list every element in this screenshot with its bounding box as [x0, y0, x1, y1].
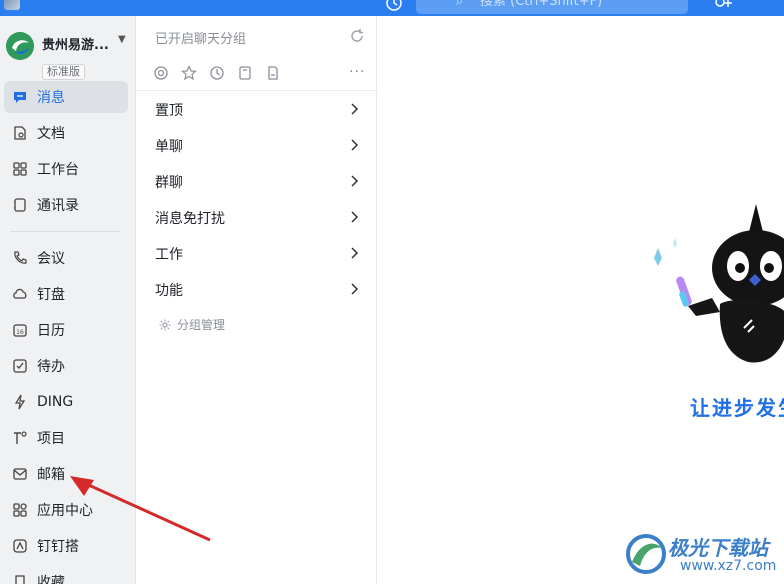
- group-label: 置顶: [155, 103, 183, 119]
- edition-badge: 标准版: [42, 64, 85, 80]
- checkbox-icon: [13, 359, 27, 373]
- org-name: 贵州易游...: [42, 38, 109, 53]
- lightning-icon: [14, 394, 26, 410]
- sidebar-item-label: 消息: [37, 90, 65, 106]
- user-avatar[interactable]: [4, 0, 20, 10]
- group-label: 单聊: [155, 139, 183, 155]
- chevron-right-icon: [351, 247, 359, 259]
- sidebar-item-label: 通讯录: [37, 198, 79, 214]
- panel-divider: [137, 90, 377, 91]
- top-bar: ⌕ 搜索 (Ctrl+Shift+F): [0, 0, 784, 16]
- apps-icon: [13, 503, 27, 517]
- sidebar-item-messages[interactable]: 消息: [4, 81, 128, 113]
- chevron-right-icon: [351, 175, 359, 187]
- add-contact-icon[interactable]: [714, 0, 734, 11]
- mascot-illustration: [654, 204, 784, 363]
- project-icon: [14, 431, 27, 444]
- sidebar-item-label: 钉盘: [37, 287, 65, 303]
- clock-icon[interactable]: [209, 65, 237, 83]
- sidebar-item-contacts[interactable]: 通讯录: [4, 189, 128, 221]
- svg-text:16: 16: [16, 329, 24, 336]
- watermark-name: 极光下载站: [668, 536, 768, 560]
- caret-down-icon: ▼: [118, 34, 126, 45]
- group-row-muted[interactable]: 消息免打扰: [137, 200, 377, 236]
- contacts-icon: [14, 198, 26, 212]
- empty-state: 让进步发生: [378, 16, 784, 584]
- sidebar-item-label: 收藏: [37, 575, 65, 584]
- workbench-icon: [13, 162, 27, 176]
- sidebar-item-label: DING: [37, 394, 74, 410]
- group-manage-button[interactable]: 分组管理: [159, 316, 225, 333]
- panel-title: 已开启聊天分组: [155, 32, 247, 47]
- sidebar-item-label: 工作台: [37, 162, 79, 178]
- bookmark-icon: [15, 575, 25, 584]
- org-logo: [6, 32, 34, 60]
- history-icon[interactable]: [385, 0, 403, 12]
- sidebar-item-project[interactable]: 项目: [4, 422, 128, 454]
- sidebar-item-docs[interactable]: 文档: [4, 117, 128, 149]
- org-switcher[interactable]: 贵州易游... ▼ 标准版: [6, 32, 132, 80]
- group-label: 群聊: [155, 175, 183, 191]
- refresh-icon[interactable]: [349, 28, 365, 44]
- sidebar-item-label: 项目: [37, 431, 65, 447]
- sidebar-item-label: 文档: [37, 126, 65, 142]
- search-icon: ⌕: [456, 0, 464, 9]
- group-label: 功能: [155, 283, 183, 299]
- group-manage-label: 分组管理: [177, 318, 226, 332]
- sidebar-item-calendar[interactable]: 16 日历: [4, 314, 128, 346]
- site-watermark: 极光下载站 www.xz7.com: [624, 530, 784, 584]
- mail-icon: [13, 468, 27, 480]
- sidebar-item-workbench[interactable]: 工作台: [4, 153, 128, 185]
- watermark-logo: [626, 534, 666, 574]
- sidebar-item-todo[interactable]: 待办: [4, 350, 128, 382]
- watermark-url: www.xz7.com: [680, 558, 777, 574]
- phone-icon: [14, 251, 27, 264]
- document-icon: [14, 126, 26, 140]
- sidebar-item-label: 日历: [37, 323, 65, 339]
- sidebar-divider: [10, 231, 120, 232]
- group-row-pinned[interactable]: 置顶: [137, 92, 377, 128]
- group-label: 消息免打扰: [155, 211, 225, 227]
- chevron-right-icon: [351, 211, 359, 223]
- more-icon[interactable]: ···: [349, 64, 365, 80]
- builder-icon: [13, 539, 27, 553]
- group-row-single-chat[interactable]: 单聊: [137, 128, 377, 164]
- star-icon[interactable]: [180, 65, 209, 83]
- group-label: 工作: [155, 247, 183, 263]
- at-icon[interactable]: [153, 65, 181, 83]
- filter-icon-bar: [153, 65, 293, 83]
- sidebar-item-favorites[interactable]: 收藏: [4, 566, 128, 584]
- group-row-group-chat[interactable]: 群聊: [137, 164, 377, 200]
- sidebar-item-ding[interactable]: DING: [4, 386, 128, 418]
- annotation-arrow: [70, 476, 211, 542]
- gear-icon: [159, 319, 171, 330]
- sidebar-item-label: 会议: [37, 251, 65, 267]
- calendar-icon: 16: [13, 324, 27, 337]
- message-icon: [14, 92, 26, 103]
- group-row-function[interactable]: 功能: [137, 272, 377, 308]
- search-placeholder: 搜索 (Ctrl+Shift+F): [480, 0, 603, 9]
- slogan-text: 让进步发生: [690, 396, 784, 420]
- sidebar-item-label: 待办: [37, 359, 65, 375]
- group-row-work[interactable]: 工作: [137, 236, 377, 272]
- chevron-right-icon: [351, 139, 359, 151]
- chevron-right-icon: [351, 103, 359, 115]
- doc-icon[interactable]: [237, 65, 265, 83]
- sidebar-item-meeting[interactable]: 会议: [4, 242, 128, 274]
- cloud-icon: [13, 288, 27, 299]
- search-input[interactable]: ⌕ 搜索 (Ctrl+Shift+F): [416, 0, 688, 14]
- chevron-right-icon: [351, 283, 359, 295]
- sidebar-item-drive[interactable]: 钉盘: [4, 278, 128, 310]
- file-icon[interactable]: [265, 65, 293, 83]
